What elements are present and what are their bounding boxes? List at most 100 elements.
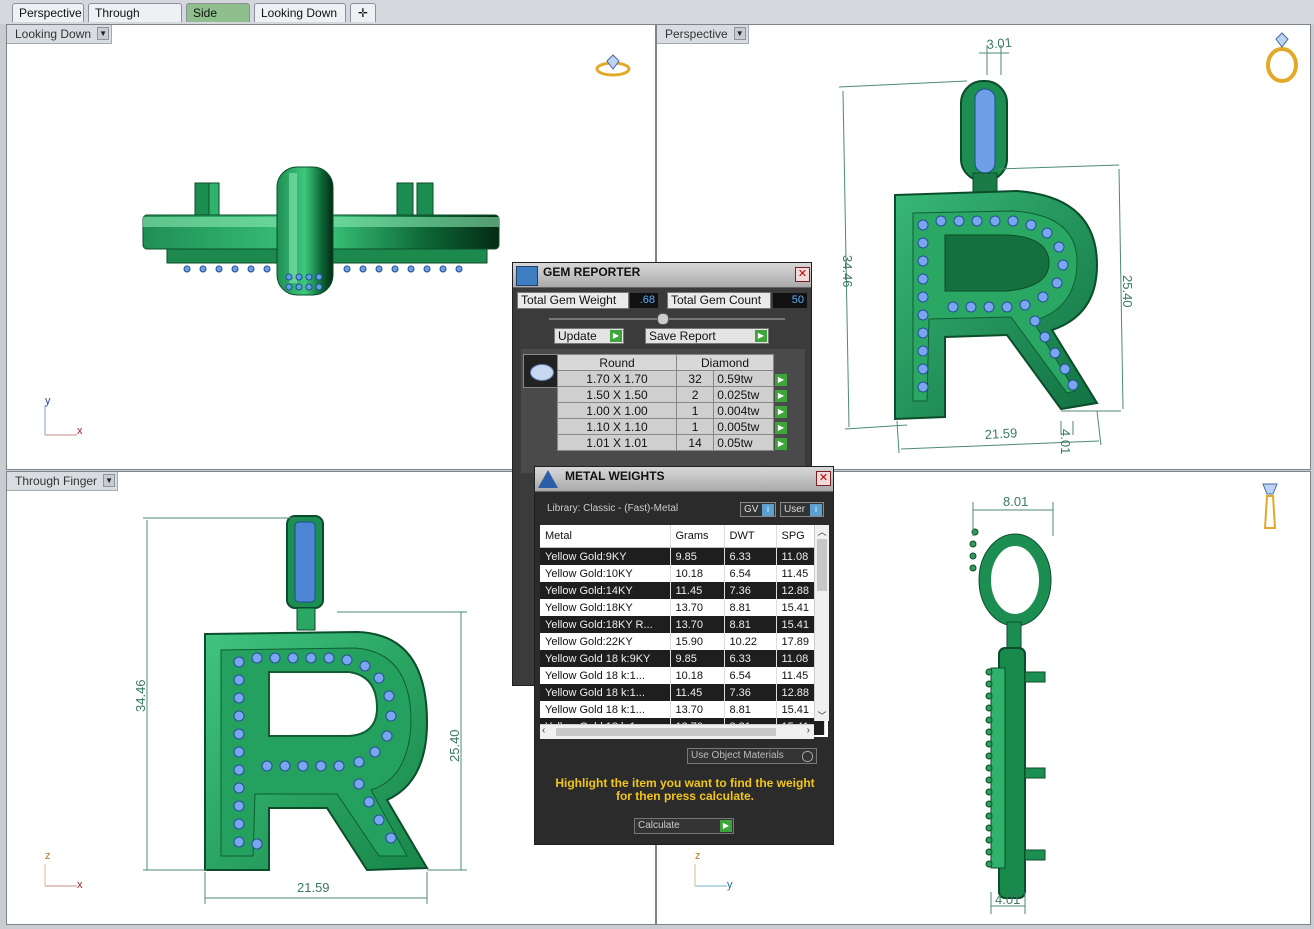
metal-dwt: 7.36 (724, 684, 777, 701)
metal-grams: 10.18 (670, 565, 725, 582)
chevron-left-icon[interactable]: ‹ (542, 725, 545, 736)
gem-row[interactable]: 1.10 X 1.10 1 0.005tw ▶ (557, 418, 789, 435)
tab-perspective[interactable]: Perspective (12, 3, 84, 22)
user-button[interactable]: User i (780, 502, 824, 517)
play-icon[interactable]: ▶ (775, 422, 787, 434)
gem-row[interactable]: 1.70 X 1.70 32 0.59tw ▶ (557, 370, 789, 387)
vertical-scrollbar[interactable]: ︿ ﹀ (814, 525, 829, 721)
metal-grams: 11.45 (670, 582, 725, 599)
radio-icon (802, 751, 813, 762)
shape-header: Round (557, 354, 677, 371)
column-header[interactable]: DWT (724, 525, 777, 548)
metal-grams: 9.85 (670, 650, 725, 667)
scrollbar-thumb[interactable] (817, 539, 827, 591)
calculate-label: Calculate (638, 820, 680, 831)
metal-grams: 10.18 (670, 667, 725, 684)
calculate-button[interactable]: Calculate ▶ (634, 818, 734, 834)
metal-table: Metal Grams DWT SPG Yellow Gold:9KY 9.85 6… (540, 525, 825, 735)
tab-through-finger[interactable]: Through Finger (88, 3, 182, 39)
play-icon[interactable]: ▶ (775, 438, 787, 450)
metal-weights-icon (538, 470, 558, 488)
column-header[interactable]: Metal (540, 525, 671, 548)
gem-reporter-icon (516, 266, 538, 286)
metal-row[interactable]: Yellow Gold:18KY 13.70 8.81 15.41 (540, 599, 825, 616)
round-diamond-icon[interactable] (523, 354, 559, 388)
metal-row[interactable]: Yellow Gold:22KY 15.90 10.22 17.89 (540, 633, 825, 650)
user-label: User (784, 504, 806, 515)
metal-row[interactable]: Yellow Gold:18KY R... 13.70 8.81 15.41 (540, 616, 825, 633)
scrollbar-thumb[interactable] (556, 728, 776, 736)
gem-count: 1 (675, 402, 715, 419)
dimension-label: 34.46 (133, 679, 148, 712)
y-axis-label: y (727, 879, 733, 891)
gem-count: 32 (675, 370, 715, 387)
metal-grams: 11.45 (670, 684, 725, 701)
gem-weight: 0.05tw (713, 434, 774, 451)
dimension-label: 8.01 (1003, 494, 1028, 509)
metal-row[interactable]: Yellow Gold 18 k:9KY 9.85 6.33 11.08 (540, 650, 825, 667)
gem-count: 2 (675, 386, 715, 403)
gem-weight: 0.59tw (713, 370, 774, 387)
gem-count: 1 (675, 418, 715, 435)
total-gem-weight-label: Total Gem Weight (517, 292, 629, 309)
plus-icon[interactable]: ✛ (350, 3, 376, 22)
gem-count: 14 (675, 434, 715, 451)
play-icon: ▶ (720, 820, 732, 832)
close-icon[interactable]: ✕ (816, 471, 831, 486)
y-axis-label: y (45, 395, 51, 407)
total-gem-count-label: Total Gem Count (667, 292, 771, 309)
metal-row[interactable]: Yellow Gold 18 k:1... 10.18 6.54 11.45 (540, 667, 825, 684)
close-icon[interactable]: ✕ (795, 267, 810, 282)
gem-reporter-title-bar[interactable]: GEM REPORTER ✕ (513, 263, 811, 288)
chevron-right-icon[interactable]: › (807, 725, 810, 736)
gem-size: 1.00 X 1.00 (557, 402, 677, 419)
metal-row[interactable]: Yellow Gold 18 k:1... 11.45 7.36 12.88 (540, 684, 825, 701)
dimension-label: 4.01 (995, 892, 1020, 907)
metal-dwt: 6.33 (724, 547, 777, 565)
ring-icon (1266, 32, 1298, 83)
tab-looking-down[interactable]: Looking Down (254, 3, 346, 22)
gem-weight: 0.025tw (713, 386, 774, 403)
save-report-label: Save Report (649, 329, 716, 343)
metal-dwt: 6.33 (724, 650, 777, 667)
play-icon[interactable]: ▶ (775, 390, 787, 402)
panel-title: GEM REPORTER (543, 265, 641, 279)
horizontal-scrollbar[interactable]: ‹ › (540, 724, 814, 739)
gem-row[interactable]: 1.50 X 1.50 2 0.025tw ▶ (557, 386, 789, 403)
metal-dwt: 7.36 (724, 582, 777, 599)
metal-dwt: 8.81 (724, 599, 777, 616)
gv-label: GV (744, 504, 759, 515)
metal-name: Yellow Gold 18 k:9KY (540, 650, 671, 667)
tab-side-view[interactable]: Side View (186, 3, 250, 39)
metal-name: Yellow Gold:14KY (540, 582, 671, 599)
metal-row[interactable]: Yellow Gold:14KY 11.45 7.36 12.88 (540, 582, 825, 599)
metal-weights-title-bar[interactable]: METAL WEIGHTS ✕ (535, 467, 833, 492)
chevron-up-icon[interactable]: ︿ (815, 525, 829, 537)
gem-row[interactable]: 1.00 X 1.00 1 0.004tw ▶ (557, 402, 789, 419)
gem-size: 1.70 X 1.70 (557, 370, 677, 387)
metal-row[interactable]: Yellow Gold:10KY 10.18 6.54 11.45 (540, 565, 825, 582)
size-slider-handle[interactable] (657, 313, 669, 325)
metal-row[interactable]: Yellow Gold 18 k:1...13.708.8115.41 (540, 701, 825, 718)
play-icon[interactable]: ▶ (775, 374, 787, 386)
save-report-button[interactable]: Save Report ▶ (645, 328, 769, 344)
z-axis-label: z (695, 850, 701, 862)
ring-icon (595, 54, 631, 77)
gv-button[interactable]: GV i (740, 502, 776, 517)
metal-dwt: 6.54 (724, 565, 777, 582)
stone-header: Diamond (676, 354, 774, 371)
use-object-materials-toggle[interactable]: Use Object Materials (687, 748, 817, 764)
play-icon: ▶ (755, 330, 767, 342)
chevron-down-icon[interactable]: ﹀ (815, 709, 829, 721)
dimension-label: 4.01 (1058, 429, 1073, 454)
gem-size: 1.10 X 1.10 (557, 418, 677, 435)
metal-row[interactable]: Yellow Gold:9KY 9.85 6.33 11.08 (540, 547, 825, 565)
metal-name: Yellow Gold:18KY R... (540, 616, 671, 633)
dimension-label: 21.59 (297, 880, 330, 895)
play-icon[interactable]: ▶ (775, 406, 787, 418)
metal-dwt: 8.81 (724, 701, 777, 718)
metal-name: Yellow Gold:10KY (540, 565, 671, 582)
update-button[interactable]: Update ▶ (554, 328, 624, 344)
column-header[interactable]: Grams (670, 525, 725, 548)
gem-row[interactable]: 1.01 X 1.01 14 0.05tw ▶ (557, 434, 789, 451)
